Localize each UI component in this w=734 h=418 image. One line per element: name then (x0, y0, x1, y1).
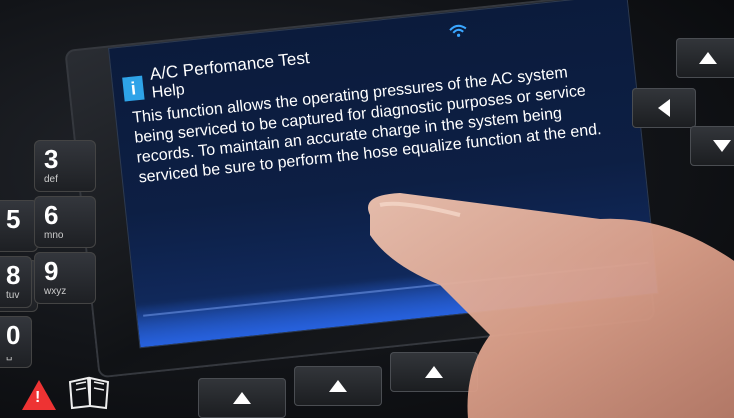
softkey-1[interactable] (198, 378, 286, 418)
left-arrow-icon (658, 99, 670, 117)
key-letters: ␣ (6, 350, 13, 361)
key-letters: def (44, 174, 58, 185)
up-arrow-button[interactable] (676, 38, 734, 78)
key-digit: 6 (44, 200, 59, 230)
manual-icon[interactable] (68, 376, 112, 410)
screen-title: A/C Perfomance Test (148, 48, 311, 84)
key-5-partial[interactable]: 5 (0, 200, 38, 252)
key-digit: 9 (44, 256, 59, 286)
info-icon: i (122, 75, 145, 102)
photo-scene: i A/C Perfomance Test Help This function… (0, 0, 734, 418)
screen-subtitle: Help (151, 81, 186, 102)
warning-icon[interactable]: ! (22, 380, 56, 410)
down-arrow-icon (713, 140, 731, 152)
up-arrow-icon (699, 52, 717, 64)
down-arrow-button[interactable] (690, 126, 734, 166)
key-digit: 8 (6, 260, 21, 290)
key-letters: mno (44, 230, 64, 241)
left-arrow-button[interactable] (632, 88, 696, 128)
hand-finger (340, 175, 734, 418)
key-6[interactable]: 6 mno (34, 196, 96, 248)
key-0[interactable]: 0 ␣ (0, 316, 32, 368)
key-digit: 5 (6, 204, 21, 234)
up-arrow-icon (233, 392, 251, 404)
key-8[interactable]: 8 tuv (0, 256, 32, 308)
key-9[interactable]: 9 wxyz (34, 252, 96, 304)
key-letters: tuv (6, 290, 20, 301)
key-3[interactable]: 3 def (34, 140, 96, 192)
warning-glyph: ! (35, 389, 41, 406)
wifi-icon (448, 23, 467, 39)
key-digit: 3 (44, 144, 59, 174)
key-letters: wxyz (44, 286, 67, 297)
key-digit: 0 (6, 320, 21, 350)
